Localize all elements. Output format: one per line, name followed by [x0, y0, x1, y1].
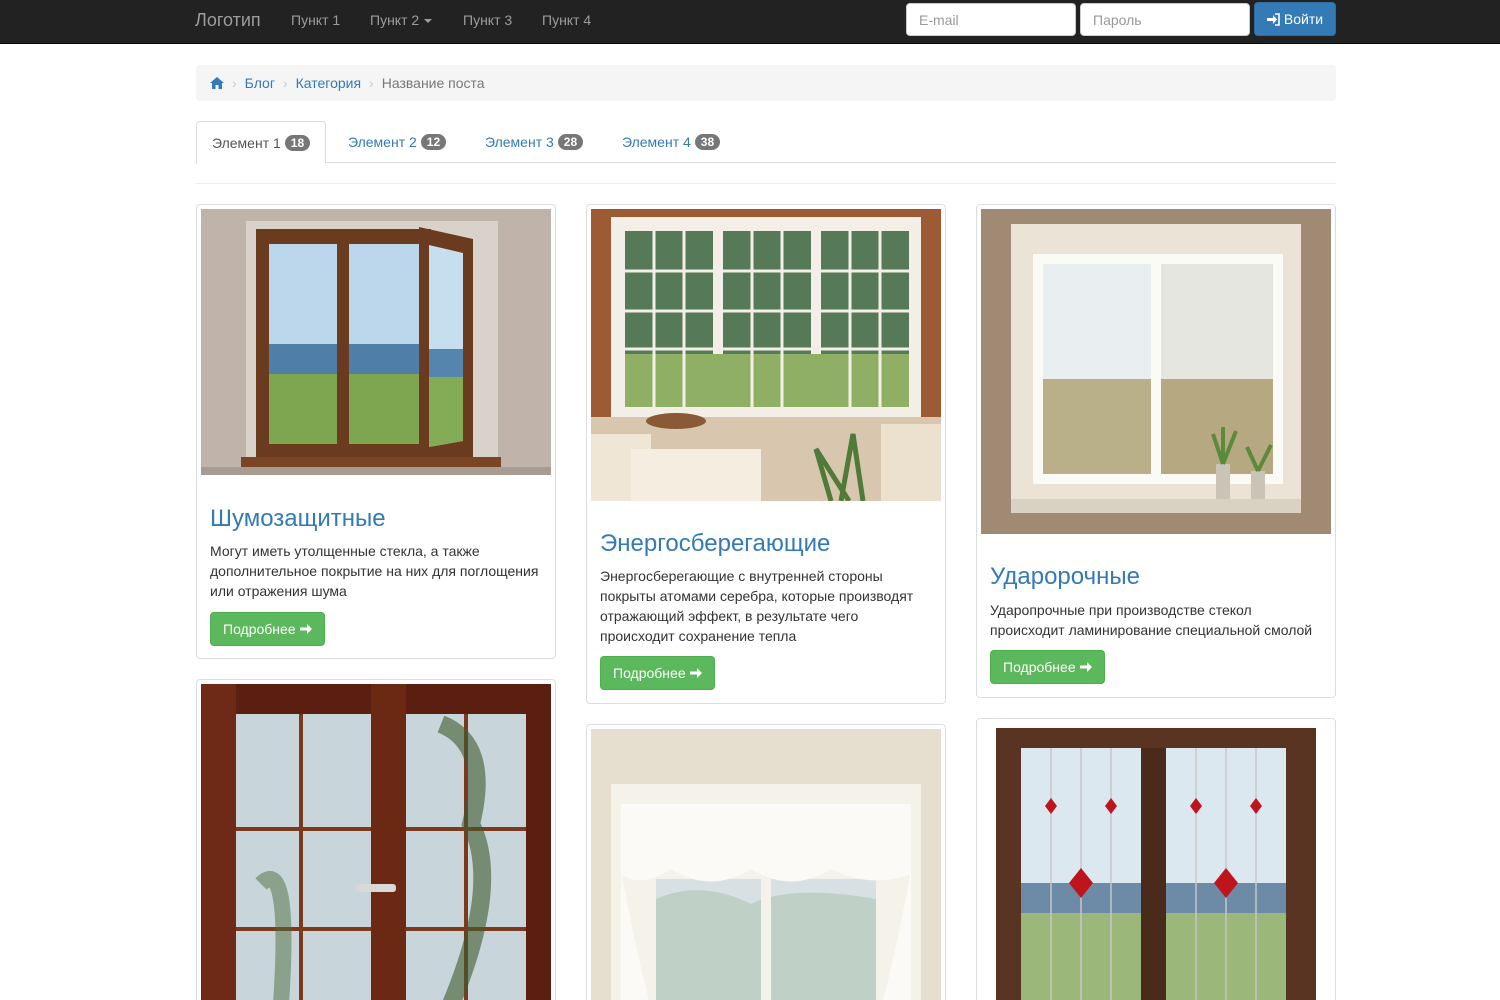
energy-saving-window-image — [591, 209, 941, 501]
nav-item-1[interactable]: Пункт 1 — [291, 12, 340, 28]
stained-glass-window-image — [981, 723, 1331, 1000]
more-button-label: Подробнее — [1003, 659, 1076, 675]
tab-element-3[interactable]: Элемент 3 28 — [470, 121, 598, 163]
count-badge: 18 — [284, 134, 311, 151]
card-title[interactable]: Энергосберегающие — [600, 530, 830, 558]
more-button[interactable]: Подробнее — [600, 656, 715, 690]
impact-resistant-window-image — [981, 209, 1331, 534]
caret-down-icon — [424, 19, 433, 24]
home-icon[interactable] — [210, 77, 224, 89]
breadcrumb-blog[interactable]: Блог — [245, 75, 275, 91]
tab-element-1[interactable]: Элемент 1 18 — [196, 121, 327, 164]
product-card — [586, 724, 946, 1000]
more-button[interactable]: Подробнее — [210, 612, 325, 646]
nav-item-4[interactable]: Пункт 4 — [542, 12, 591, 28]
card-description: Энергосберегающие с внутренней стороны п… — [600, 568, 914, 644]
login-label: Войти — [1283, 11, 1324, 27]
arrow-right-icon — [1079, 662, 1092, 672]
product-card — [196, 679, 556, 1000]
product-card: Энергосберегающие Энергосберегающие с вн… — [586, 204, 946, 704]
count-badge: 38 — [694, 134, 721, 150]
breadcrumb-separator: › — [282, 75, 288, 91]
count-badge: 12 — [420, 134, 447, 150]
breadcrumb-separator: › — [369, 75, 374, 91]
tab-label: Элемент 4 — [622, 134, 691, 150]
more-button[interactable]: Подробнее — [990, 650, 1105, 684]
curtain-window-image — [591, 729, 941, 1000]
breadcrumb: › Блог › Категория › Название поста — [196, 65, 1336, 101]
top-navbar: Логотип Пункт 1 Пункт 2 Пункт 3 Пункт 4 … — [0, 0, 1500, 44]
product-card: Удароpочные Ударопрочные при производств… — [976, 204, 1336, 698]
more-button-label: Подробнее — [223, 621, 296, 637]
password-input[interactable] — [1080, 3, 1250, 36]
nav-item-2-dropdown[interactable]: Пункт 2 — [370, 12, 433, 28]
tab-bar: Элемент 1 18 Элемент 2 12 Элемент 3 28 Э… — [196, 121, 1336, 164]
card-title[interactable]: Удароpочные — [990, 563, 1140, 591]
nav-item-3[interactable]: Пункт 3 — [463, 12, 512, 28]
more-button-label: Подробнее — [613, 665, 686, 681]
product-card — [976, 718, 1336, 1000]
sign-in-icon — [1266, 12, 1280, 26]
email-input[interactable] — [906, 3, 1076, 36]
tab-label: Элемент 2 — [348, 134, 417, 150]
wooden-door-window-image — [201, 684, 551, 1000]
login-button[interactable]: Войти — [1254, 2, 1336, 36]
tab-element-4[interactable]: Элемент 4 38 — [607, 121, 735, 163]
arrow-right-icon — [689, 668, 702, 678]
nav-item-2-label: Пункт 2 — [370, 12, 420, 28]
card-description: Ударопрочные при производстве стекол про… — [990, 602, 1313, 638]
tab-label: Элемент 1 — [212, 134, 281, 151]
tab-element-2[interactable]: Элемент 2 12 — [333, 121, 461, 163]
count-badge: 28 — [557, 134, 584, 150]
card-title[interactable]: Шумозащитные — [210, 505, 386, 533]
breadcrumb-separator: › — [232, 75, 237, 91]
brand-logo[interactable]: Логотип — [195, 10, 261, 31]
tab-label: Элемент 3 — [485, 134, 554, 150]
noise-proof-window-image — [201, 209, 551, 475]
divider — [196, 183, 1336, 184]
product-card: Шумозащитные Могут иметь утолщенные стек… — [196, 204, 556, 659]
arrow-right-icon — [299, 624, 312, 634]
breadcrumb-category[interactable]: Категория — [296, 75, 361, 91]
card-description: Могут иметь утолщенные стекла, а также д… — [210, 543, 539, 599]
breadcrumb-current: Название поста — [381, 75, 485, 91]
